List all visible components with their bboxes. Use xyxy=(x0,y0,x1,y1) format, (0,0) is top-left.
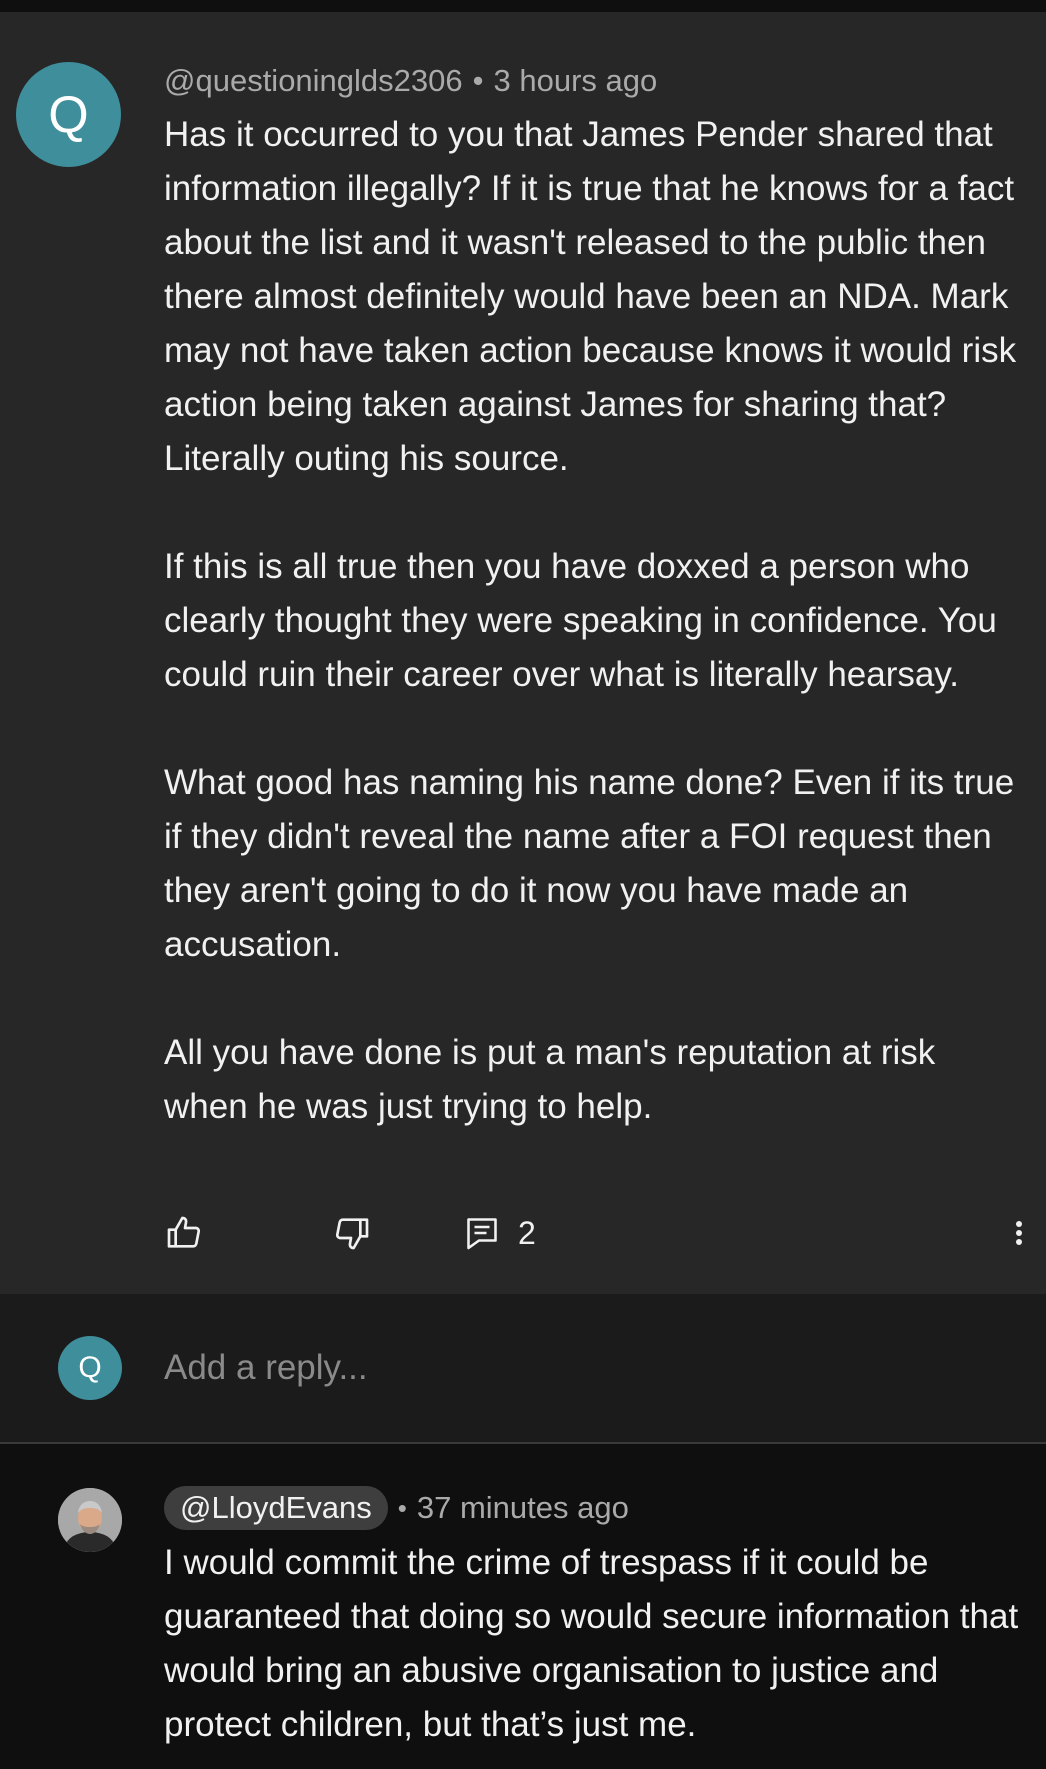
reply-comment: @LloydEvans • 37 minutes ago I would com… xyxy=(0,1444,1046,1769)
like-button[interactable] xyxy=(164,1208,204,1258)
author-handle[interactable]: @LloydEvans xyxy=(164,1486,388,1530)
comment-body: Has it occurred to you that James Pender… xyxy=(164,108,1024,1134)
comment-meta: @questioninglds2306 • 3 hours ago xyxy=(164,62,657,100)
comment-icon xyxy=(467,1218,497,1250)
thumbs-down-icon xyxy=(335,1218,369,1250)
highlighted-comment: Q @questioninglds2306 • 3 hours ago Has it… xyxy=(0,12,1046,1294)
user-photo-icon xyxy=(58,1488,122,1552)
reply-input[interactable] xyxy=(164,1340,984,1396)
reply-timestamp: 37 minutes ago xyxy=(416,1490,629,1525)
avatar[interactable]: Q xyxy=(16,62,121,167)
reply-meta: @LloydEvans • 37 minutes ago xyxy=(164,1486,629,1530)
reply-box: Q xyxy=(0,1294,1046,1442)
replies-button[interactable]: 2 xyxy=(464,1208,536,1258)
meta-separator: • xyxy=(472,63,484,98)
comment-paragraph: What good has naming his name done? Even… xyxy=(164,763,1015,964)
thumbs-up-icon xyxy=(167,1216,201,1248)
more-vertical-icon xyxy=(1016,1218,1022,1248)
reply-count: 2 xyxy=(518,1214,536,1251)
comment-paragraph: Has it occurred to you that James Pender… xyxy=(164,115,1017,478)
more-options-button[interactable] xyxy=(1004,1208,1034,1258)
meta-separator: • xyxy=(397,1492,407,1523)
top-strip xyxy=(0,0,1046,12)
dislike-button[interactable] xyxy=(332,1208,372,1258)
reply-body: I would commit the crime of trespass if … xyxy=(164,1543,1019,1744)
avatar[interactable] xyxy=(58,1488,122,1552)
comments-page: Q @questioninglds2306 • 3 hours ago Has it… xyxy=(0,0,1046,1769)
comment-actions: 2 xyxy=(164,1208,1034,1268)
comment-paragraph: If this is all true then you have doxxed… xyxy=(164,547,997,694)
comment-timestamp: 3 hours ago xyxy=(493,63,658,98)
comment-paragraph: All you have done is put a man's reputat… xyxy=(164,1033,936,1126)
author-handle[interactable]: @questioninglds2306 xyxy=(164,63,463,98)
avatar: Q xyxy=(58,1336,122,1400)
